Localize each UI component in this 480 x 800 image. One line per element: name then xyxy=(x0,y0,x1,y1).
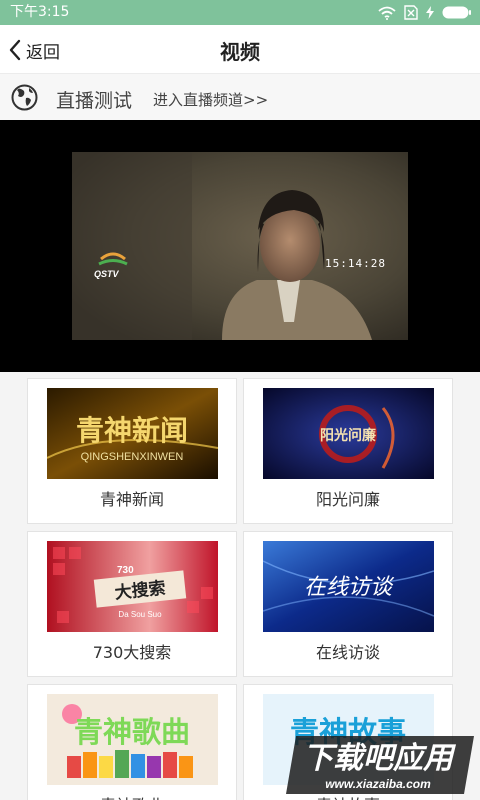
thumb-title: 在线访谈 xyxy=(304,575,395,600)
program-card-730-search[interactable]: 730 大搜索 Da Sou Suo 730大搜索 xyxy=(27,531,237,677)
channel-logo: QSTV xyxy=(94,252,128,279)
status-bar: 下午3:15 xyxy=(0,0,480,25)
status-icons xyxy=(378,4,472,21)
channel-logo-text: QSTV xyxy=(94,269,120,279)
battery-icon xyxy=(442,6,471,19)
program-thumbnail: 青神歌曲 xyxy=(47,694,218,785)
program-label: 阳光问廉 xyxy=(315,490,380,509)
program-label: 在线访谈 xyxy=(315,643,380,662)
program-thumbnail: 阳光问廉 xyxy=(263,388,434,479)
live-channel-row: 直播测试 进入直播频道>> xyxy=(0,74,480,120)
page-title: 视频 xyxy=(220,40,260,64)
wifi-icon xyxy=(378,6,396,20)
thumb-subtitle: QINGSHENXINWEN xyxy=(81,451,184,463)
thumb-subtitle: Da Sou Suo xyxy=(118,610,162,619)
status-time: 下午3:15 xyxy=(10,4,70,20)
program-thumbnail: 青神新闻 QINGSHENXINWEN xyxy=(47,388,218,479)
program-card-sunshine-integrity[interactable]: 阳光问廉 阳光问廉 xyxy=(243,378,453,524)
globe-icon xyxy=(11,84,38,111)
video-frame xyxy=(72,152,408,340)
live-title: 直播测试 xyxy=(56,90,133,112)
header-bar: 返回 视频 xyxy=(0,25,480,74)
thumb-title: 青神歌曲 xyxy=(74,715,190,749)
video-still xyxy=(72,152,408,340)
program-card-qingshen-songs[interactable]: 青神歌曲 青神歌曲 xyxy=(27,684,237,800)
video-player[interactable]: QSTV 15:14:28 xyxy=(0,120,480,372)
thumb-title: 青神新闻 xyxy=(76,414,188,447)
watermark-url: www.xiazaiba.com xyxy=(325,777,431,791)
program-thumbnail: 730 大搜索 Da Sou Suo xyxy=(47,541,218,632)
program-card-online-interview[interactable]: 在线访谈 在线访谈 xyxy=(243,531,453,677)
program-label: 730大搜索 xyxy=(92,643,172,662)
no-sim-icon xyxy=(404,5,418,20)
enter-live-channel-link[interactable]: 进入直播频道>> xyxy=(153,89,268,110)
program-label: 青神新闻 xyxy=(99,490,164,509)
video-timestamp: 15:14:28 xyxy=(325,257,386,270)
program-label: 青神歌曲 xyxy=(28,792,236,800)
thumb-badge: 730 xyxy=(117,565,134,576)
program-card-qingshen-news[interactable]: 青神新闻 QINGSHENXINWEN 青神新闻 xyxy=(27,378,237,524)
program-thumbnail: 在线访谈 xyxy=(263,541,434,632)
thumb-title: 阳光问廉 xyxy=(320,427,376,444)
download-site-watermark: 下载吧应用 www.xiazaiba.com xyxy=(286,736,474,794)
charging-icon xyxy=(426,6,434,19)
watermark-title: 下载吧应用 xyxy=(303,741,457,776)
